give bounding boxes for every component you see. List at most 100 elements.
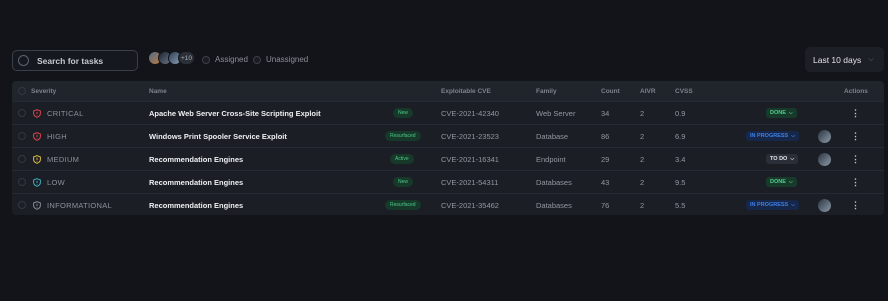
count-value: 86 <box>601 131 610 141</box>
status-badge: Resurfaced <box>385 200 421 210</box>
family-value: Databases <box>536 177 572 187</box>
severity-label: LOW <box>47 177 65 187</box>
aivr-value: 2 <box>640 131 645 141</box>
search-icon <box>18 55 29 66</box>
task-name[interactable]: Recommendation Engines <box>149 148 243 170</box>
task-name[interactable]: Windows Print Spooler Service Exploit <box>149 125 287 147</box>
select-all-checkbox[interactable] <box>18 87 26 95</box>
count-value: 34 <box>601 108 610 118</box>
header-cvss[interactable]: CVSS <box>675 81 693 101</box>
status-badge: Resurfaced <box>385 131 421 141</box>
table-row[interactable]: HIGH Windows Print Spooler Service Explo… <box>12 124 884 147</box>
table-header: Severity Name Exploitable CVE Family Cou… <box>12 81 884 101</box>
family-value: Databases <box>536 200 572 210</box>
count-value: 43 <box>601 177 610 187</box>
filter-assigned-label: Assigned <box>215 55 248 64</box>
table-row[interactable]: LOW Recommendation Engines New CVE-2021-… <box>12 170 884 193</box>
count-value: 29 <box>601 154 610 164</box>
more-vertical-icon[interactable]: ⋮ <box>851 148 860 170</box>
chevron-down-icon: ⌵ <box>868 55 874 63</box>
date-range-dropdown[interactable]: Last 10 days ⌵ <box>805 47 884 72</box>
row-checkbox[interactable] <box>18 132 26 140</box>
chevron-down-icon: ⌵ <box>791 202 795 208</box>
avatars-more-badge: +10 <box>178 51 195 65</box>
status-badge: Active <box>390 154 414 164</box>
severity-label: CRITICAL <box>47 108 84 118</box>
row-checkbox[interactable] <box>18 178 26 186</box>
status-badge: New <box>393 177 414 187</box>
more-vertical-icon[interactable]: ⋮ <box>851 194 860 215</box>
row-checkbox[interactable] <box>18 109 26 117</box>
filter-assigned-radio[interactable]: Assigned <box>202 55 248 64</box>
cvss-value: 0.9 <box>675 108 686 118</box>
status-dropdown[interactable]: DONE ⌵ <box>766 108 797 118</box>
task-name[interactable]: Recommendation Engines <box>149 171 243 193</box>
avatar[interactable] <box>818 198 831 212</box>
status-label: DONE <box>770 110 786 116</box>
table-row[interactable]: CRITICAL Apache Web Server Cross-Site Sc… <box>12 101 884 124</box>
status-dropdown[interactable]: IN PROGRESS ⌵ <box>746 131 799 141</box>
table-row[interactable]: INFORMATIONAL Recommendation Engines Res… <box>12 193 884 215</box>
aivr-value: 2 <box>640 177 645 187</box>
radio-circle-icon <box>253 55 261 64</box>
cve-id[interactable]: CVE-2021-23523 <box>441 125 499 147</box>
cvss-value: 6.9 <box>675 131 686 141</box>
cve-id[interactable]: CVE-2021-42340 <box>441 102 499 124</box>
aivr-value: 2 <box>640 200 645 210</box>
chevron-down-icon: ⌵ <box>791 133 795 139</box>
header-family[interactable]: Family <box>536 81 557 101</box>
date-range-label: Last 10 days <box>813 54 862 65</box>
avatar[interactable] <box>818 129 831 143</box>
tasks-table: Severity Name Exploitable CVE Family Cou… <box>12 81 884 215</box>
task-name[interactable]: Apache Web Server Cross-Site Scripting E… <box>149 102 321 124</box>
radio-circle-icon <box>202 55 210 64</box>
chevron-down-icon: ⌵ <box>788 179 793 185</box>
status-label: IN PROGRESS <box>750 133 789 139</box>
aivr-value: 2 <box>640 154 645 164</box>
shield-icon <box>33 154 41 164</box>
count-value: 76 <box>601 200 610 210</box>
severity-label: INFORMATIONAL <box>47 200 113 210</box>
cvss-value: 9.5 <box>675 177 686 187</box>
more-vertical-icon[interactable]: ⋮ <box>851 102 860 124</box>
severity-label: MEDIUM <box>47 154 80 164</box>
row-checkbox[interactable] <box>18 155 26 163</box>
search-placeholder: Search for tasks <box>37 55 104 66</box>
shield-icon <box>33 131 41 141</box>
severity-label: HIGH <box>47 131 67 141</box>
family-value: Endpoint <box>536 154 566 164</box>
cve-id[interactable]: CVE-2021-54311 <box>441 171 498 193</box>
shield-icon <box>33 200 41 210</box>
toolbar: Search for tasks +10 Assigned Unassigned… <box>12 47 884 72</box>
cvss-value: 5.5 <box>675 200 686 210</box>
avatar[interactable] <box>818 152 831 166</box>
header-cve[interactable]: Exploitable CVE <box>441 81 491 101</box>
header-severity[interactable]: Severity <box>31 81 56 101</box>
table-row[interactable]: MEDIUM Recommendation Engines Active CVE… <box>12 147 884 170</box>
task-name[interactable]: Recommendation Engines <box>149 194 243 215</box>
aivr-value: 2 <box>640 108 645 118</box>
search-input[interactable]: Search for tasks <box>12 50 138 71</box>
header-aivr[interactable]: AIVR <box>640 81 656 101</box>
status-label: TO DO <box>770 156 788 162</box>
status-label: IN PROGRESS <box>750 202 789 208</box>
assignee-avatars[interactable]: +10 <box>148 51 195 65</box>
family-value: Database <box>536 131 569 141</box>
header-actions: Actions <box>844 87 868 95</box>
chevron-down-icon: ⌵ <box>788 110 793 116</box>
cve-id[interactable]: CVE-2021-16341 <box>441 148 499 170</box>
cvss-value: 3.4 <box>675 154 686 164</box>
chevron-down-icon: ⌵ <box>790 156 795 162</box>
header-name[interactable]: Name <box>149 81 167 101</box>
status-badge: New <box>393 108 414 118</box>
row-checkbox[interactable] <box>18 201 26 209</box>
header-count[interactable]: Count <box>601 81 620 101</box>
filter-unassigned-radio[interactable]: Unassigned <box>253 55 308 64</box>
status-dropdown[interactable]: IN PROGRESS ⌵ <box>746 200 799 210</box>
more-vertical-icon[interactable]: ⋮ <box>851 125 860 147</box>
more-vertical-icon[interactable]: ⋮ <box>851 171 860 193</box>
status-dropdown[interactable]: TO DO ⌵ <box>766 154 799 164</box>
cve-id[interactable]: CVE-2021-35462 <box>441 194 499 215</box>
status-label: DONE <box>770 179 786 185</box>
status-dropdown[interactable]: DONE ⌵ <box>766 177 797 187</box>
